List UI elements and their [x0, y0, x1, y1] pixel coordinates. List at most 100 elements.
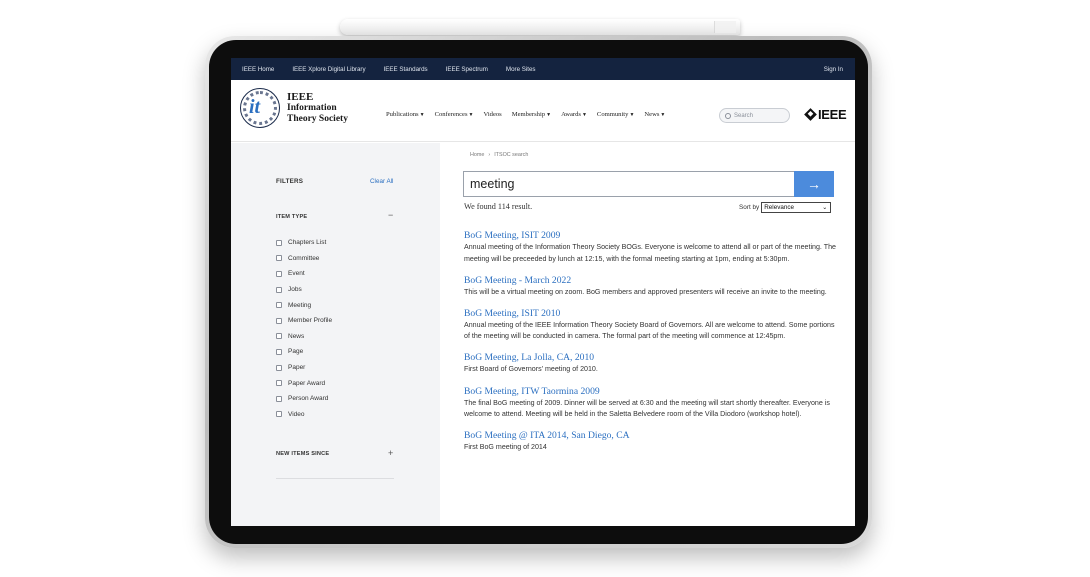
brand-line-3: Theory Society [287, 114, 348, 124]
item-type-title: ITEM TYPE [276, 214, 308, 220]
item-type-list: Chapters List Committee Event Jobs Meeti… [276, 235, 332, 422]
filter-event[interactable]: Event [276, 266, 332, 282]
ieee-diamond-icon [804, 108, 817, 121]
ieee-logo-text: IEEE [818, 107, 847, 122]
result-title-link[interactable]: BoG Meeting, ITW Taormina 2009 [464, 385, 836, 398]
filter-meeting[interactable]: Meeting [276, 297, 332, 313]
site-search-input[interactable]: Search [719, 108, 790, 123]
sort-label: Sort by [739, 204, 760, 211]
sort-control: Sort by Relevance ⌄ [739, 202, 832, 213]
chevron-down-icon: ▼ [629, 113, 635, 118]
checkbox[interactable] [276, 380, 282, 387]
filter-label: Chapters List [288, 239, 327, 247]
chevron-down-icon: ▼ [660, 113, 666, 118]
filter-page[interactable]: Page [276, 344, 332, 360]
new-items-since-title: NEW ITEMS SINCE [276, 451, 330, 457]
search-icon [725, 112, 731, 119]
sign-in-link[interactable]: Sign In [824, 66, 843, 73]
society-brand[interactable]: IEEE Information Theory Society [287, 92, 348, 125]
toplink-ieee-home[interactable]: IEEE Home [242, 66, 274, 73]
breadcrumb-separator: › [488, 152, 491, 158]
sidebar-divider [276, 478, 394, 479]
result-title-link[interactable]: BoG Meeting @ ITA 2014, San Diego, CA [464, 429, 836, 442]
result-title-link[interactable]: BoG Meeting, La Jolla, CA, 2010 [464, 351, 836, 364]
sort-select[interactable]: Relevance ⌄ [761, 202, 832, 213]
filter-label: Jobs [288, 286, 302, 294]
checkbox[interactable] [276, 302, 282, 309]
result-description: Annual meeting of the Information Theory… [464, 243, 836, 263]
search-submit-button[interactable]: → [794, 171, 834, 197]
expand-new-items-icon[interactable]: + [388, 449, 393, 458]
filter-paper-award[interactable]: Paper Award [276, 375, 332, 391]
filters-sidebar: FILTERS Clear All ITEM TYPE − Chapters L… [231, 143, 440, 526]
result-item: BoG Meeting - March 2022 This will be a … [464, 274, 836, 299]
nav-publications-label: Publications [386, 111, 419, 118]
breadcrumb: Home › ITSOC search [470, 152, 528, 158]
filter-paper[interactable]: Paper [276, 360, 332, 376]
filter-member-profile[interactable]: Member Profile [276, 313, 332, 329]
toplink-more-sites[interactable]: More Sites [506, 66, 536, 73]
nav-community[interactable]: Community▼ [597, 111, 634, 118]
site-header: it IEEE Information Theory Society Publi… [231, 80, 855, 142]
nav-videos[interactable]: Videos [483, 111, 501, 118]
filter-label: Committee [288, 254, 320, 262]
nav-awards-label: Awards [561, 111, 581, 118]
chevron-down-icon: ⌄ [822, 205, 828, 211]
main-navigation: Publications▼ Conferences▼ Videos Member… [386, 111, 675, 118]
result-title-link[interactable]: BoG Meeting - March 2022 [464, 274, 836, 287]
result-title-link[interactable]: BoG Meeting, ISIT 2010 [464, 307, 836, 320]
nav-videos-label: Videos [483, 111, 502, 118]
ieee-logo[interactable]: IEEE [804, 107, 847, 122]
society-logo[interactable]: it [240, 88, 280, 128]
clear-all-link[interactable]: Clear All [370, 178, 393, 185]
toplink-ieee-spectrum[interactable]: IEEE Spectrum [446, 66, 488, 73]
filter-news[interactable]: News [276, 329, 332, 345]
toplink-ieee-xplore[interactable]: IEEE Xplore Digital Library [292, 66, 365, 73]
filter-label: Paper [288, 364, 306, 372]
nav-membership[interactable]: Membership▼ [512, 111, 551, 118]
filter-jobs[interactable]: Jobs [276, 282, 332, 298]
nav-conferences[interactable]: Conferences▼ [435, 111, 474, 118]
toplink-ieee-standards[interactable]: IEEE Standards [384, 66, 428, 73]
sort-select-value: Relevance [764, 204, 795, 211]
tablet-screen: IEEE Home IEEE Xplore Digital Library IE… [231, 58, 855, 526]
tablet-frame: IEEE Home IEEE Xplore Digital Library IE… [205, 36, 872, 548]
chevron-down-icon: ▼ [546, 113, 552, 118]
checkbox[interactable] [276, 270, 282, 277]
nav-publications[interactable]: Publications▼ [386, 111, 425, 118]
checkbox[interactable] [276, 411, 282, 418]
logo-it-mark: it [249, 96, 261, 118]
chevron-down-icon: ▼ [419, 113, 425, 118]
brand-line-2: Information [287, 103, 337, 113]
filter-person-award[interactable]: Person Award [276, 391, 332, 407]
site-search-placeholder: Search [734, 112, 754, 119]
checkbox[interactable] [276, 333, 282, 340]
brand-line-1: IEEE [287, 91, 314, 103]
filter-video[interactable]: Video [276, 407, 332, 423]
nav-community-label: Community [596, 111, 629, 118]
result-item: BoG Meeting, La Jolla, CA, 2010 First Bo… [464, 351, 836, 376]
checkbox[interactable] [276, 255, 282, 262]
checkbox[interactable] [276, 286, 282, 293]
nav-awards[interactable]: Awards▼ [561, 111, 587, 118]
collapse-item-type-icon[interactable]: − [388, 211, 393, 220]
breadcrumb-home[interactable]: Home [470, 152, 484, 158]
page-content: FILTERS Clear All ITEM TYPE − Chapters L… [231, 143, 855, 526]
nav-news[interactable]: News▼ [644, 111, 665, 118]
checkbox[interactable] [276, 239, 282, 246]
checkbox[interactable] [276, 364, 282, 371]
search-query-input[interactable]: meeting [463, 171, 795, 197]
checkbox[interactable] [276, 395, 282, 402]
checkbox[interactable] [276, 348, 282, 355]
result-item: BoG Meeting @ ITA 2014, San Diego, CA Fi… [464, 429, 836, 454]
checkbox[interactable] [276, 317, 282, 324]
result-description: First Board of Governors' meeting of 201… [464, 365, 598, 374]
filter-label: Person Award [288, 395, 329, 403]
filter-chapters-list[interactable]: Chapters List [276, 235, 332, 251]
filter-committee[interactable]: Committee [276, 251, 332, 267]
results-list: BoG Meeting, ISIT 2009 Annual meeting of… [464, 229, 836, 462]
chevron-down-icon: ▼ [468, 113, 474, 118]
result-title-link[interactable]: BoG Meeting, ISIT 2009 [464, 229, 836, 242]
result-item: BoG Meeting, ITW Taormina 2009 The final… [464, 385, 836, 421]
result-description: First BoG meeting of 2014 [464, 443, 547, 452]
